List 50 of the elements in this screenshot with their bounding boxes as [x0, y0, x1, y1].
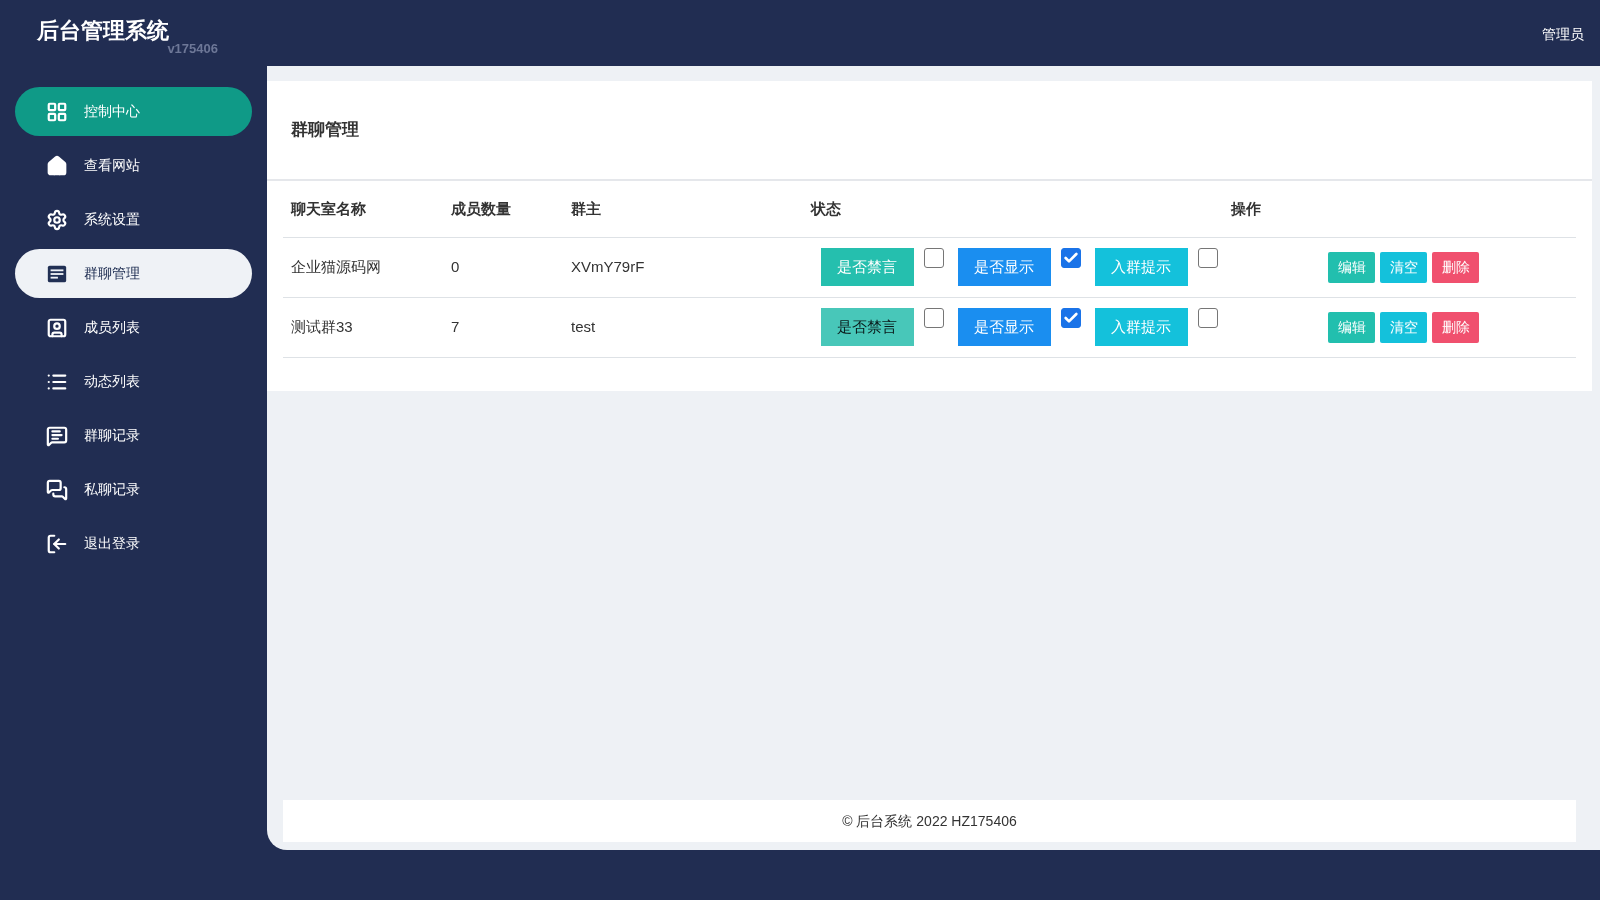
version-label: v175406: [167, 42, 218, 56]
footer-text: © 后台系统 2022 HZ175406: [842, 811, 1017, 831]
chatroom-name: 测试群33: [291, 317, 353, 335]
status-button[interactable]: 是否显示: [957, 248, 1051, 286]
checkbox[interactable]: [1060, 308, 1081, 328]
sidebar-item[interactable]: 群聊记录: [15, 411, 252, 460]
status-button[interactable]: 是否禁言: [820, 308, 914, 346]
status-button[interactable]: 入群提示: [1094, 308, 1188, 346]
sidebar-item[interactable]: 群聊管理: [15, 249, 252, 298]
delete-button[interactable]: 删除: [1432, 251, 1479, 283]
checkbox[interactable]: [1060, 248, 1081, 268]
contact-card-icon: [46, 316, 68, 339]
status-button[interactable]: 是否显示: [957, 308, 1051, 346]
sidebar-item[interactable]: 成员列表: [15, 303, 252, 352]
checkbox[interactable]: [1197, 308, 1218, 328]
column-header: 成员数量: [451, 199, 511, 217]
chat-bubble-icon: [46, 424, 68, 447]
sidebar-item[interactable]: 查看网站: [15, 141, 252, 190]
status-button[interactable]: 是否禁言: [820, 248, 914, 286]
checkbox[interactable]: [923, 248, 944, 268]
column-header: 状态: [811, 199, 841, 217]
app-title: 后台管理系统: [37, 17, 170, 44]
sidebar-item[interactable]: 退出登录: [15, 519, 252, 568]
sidebar-item[interactable]: 私聊记录: [15, 465, 252, 514]
sidebar-item[interactable]: 控制中心: [15, 87, 252, 136]
user-label[interactable]: 管理员: [1542, 24, 1584, 45]
settings-icon: [46, 208, 68, 231]
chatroom-name: 企业猫源码网: [291, 257, 381, 275]
edit-button[interactable]: 编辑: [1328, 311, 1375, 343]
edit-button[interactable]: 编辑: [1328, 251, 1375, 283]
home-icon: [46, 154, 68, 177]
column-header: 聊天室名称: [289, 199, 366, 217]
owner-name: XVmY79rF: [571, 257, 645, 275]
grid-icon: [46, 100, 68, 123]
column-header: 群主: [571, 199, 601, 217]
clear-button[interactable]: 清空: [1380, 311, 1427, 343]
sidebar-item[interactable]: 动态列表: [15, 357, 252, 406]
checkbox[interactable]: [1197, 248, 1218, 268]
member-count: 7: [451, 317, 460, 335]
checkbox[interactable]: [923, 308, 944, 328]
sidebar-item[interactable]: 系统设置: [15, 195, 252, 244]
page-title: 群聊管理: [291, 119, 359, 142]
owner-name: test: [571, 317, 596, 335]
status-button[interactable]: 入群提示: [1094, 248, 1188, 286]
clear-button[interactable]: 清空: [1380, 251, 1427, 283]
column-header: 操作: [1231, 199, 1261, 217]
chat-bubbles-icon: [46, 478, 68, 501]
member-count: 0: [451, 257, 460, 275]
logout-icon: [46, 532, 68, 555]
delete-button[interactable]: 删除: [1432, 311, 1479, 343]
